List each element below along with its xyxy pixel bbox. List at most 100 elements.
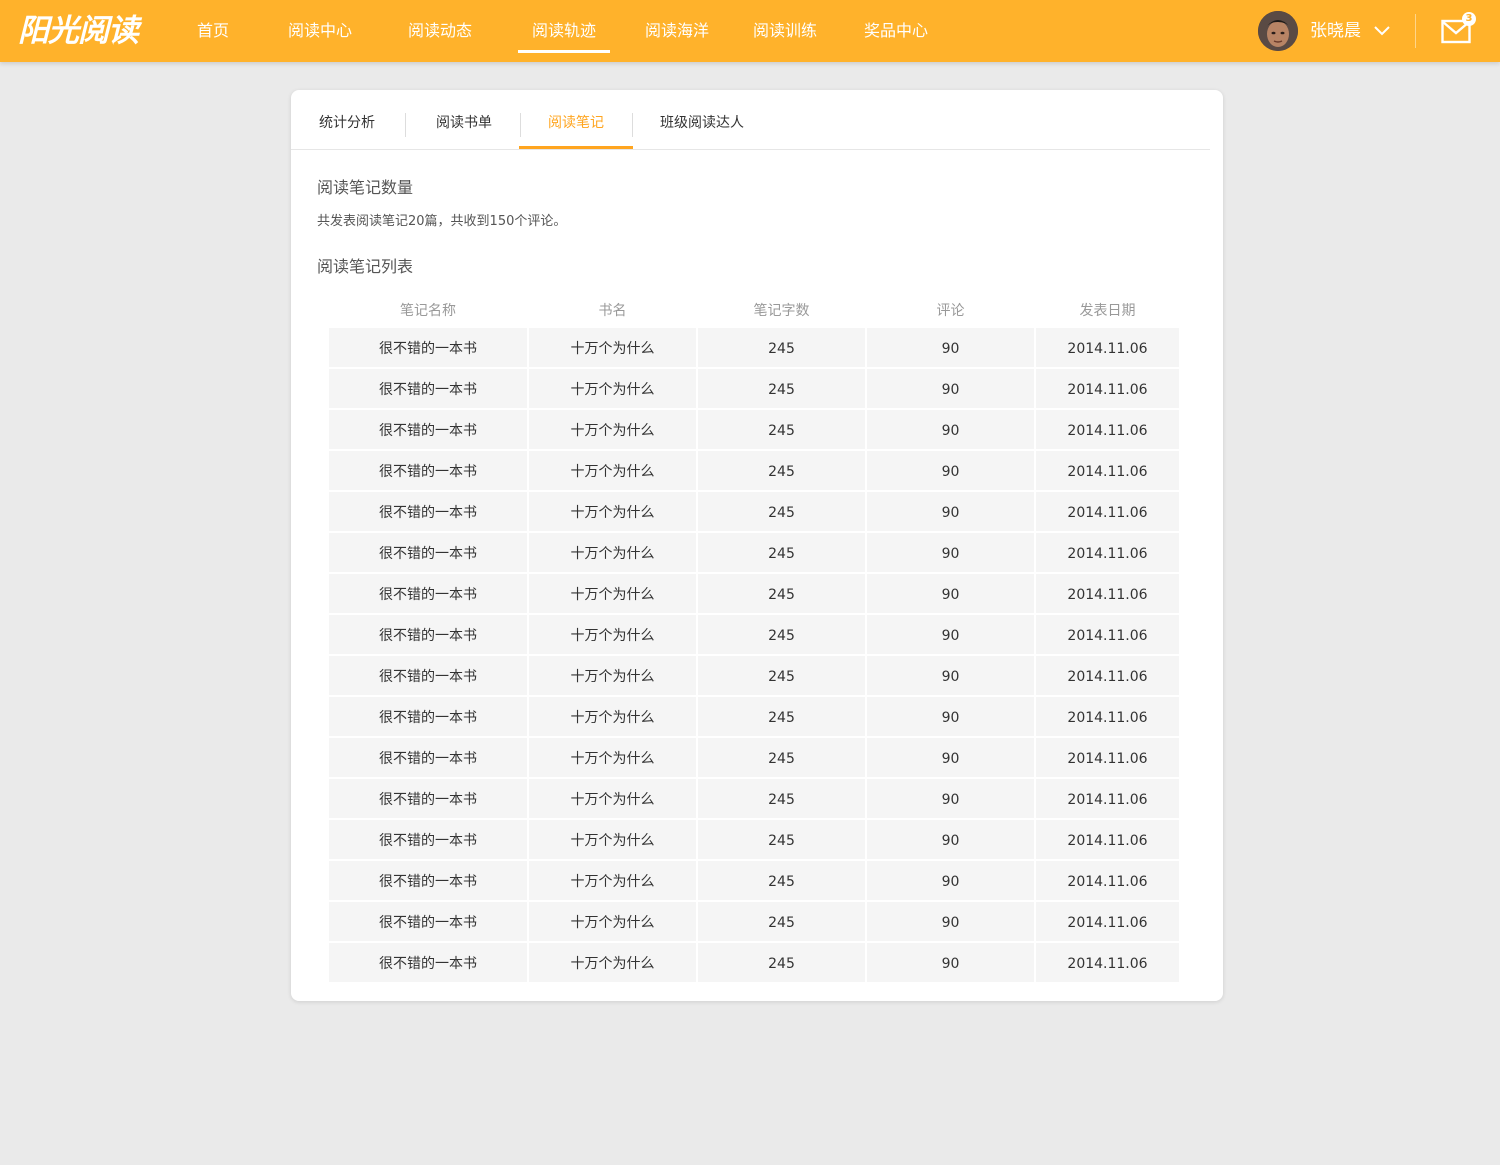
tab-divider <box>520 113 521 137</box>
table-row[interactable]: 很不错的一本书 十万个为什么 245 90 2014.11.06 <box>329 451 1179 490</box>
table-row[interactable]: 很不错的一本书 十万个为什么 245 90 2014.11.06 <box>329 574 1179 613</box>
word-count-cell: 245 <box>698 697 865 736</box>
comments-cell: 90 <box>867 861 1034 900</box>
word-count-cell: 245 <box>698 369 865 408</box>
nav-item-reading-track[interactable]: 阅读轨迹 <box>517 0 611 62</box>
table-row[interactable]: 很不错的一本书 十万个为什么 245 90 2014.11.06 <box>329 656 1179 695</box>
table-row[interactable]: 很不错的一本书 十万个为什么 245 90 2014.11.06 <box>329 533 1179 572</box>
book-name-cell: 十万个为什么 <box>529 451 696 490</box>
publish-date-cell: 2014.11.06 <box>1036 656 1179 695</box>
publish-date-cell: 2014.11.06 <box>1036 779 1179 818</box>
note-name-cell: 很不错的一本书 <box>329 533 527 572</box>
tab-class-readers[interactable]: 班级阅读达人 <box>660 90 744 150</box>
table-row[interactable]: 很不错的一本书 十万个为什么 245 90 2014.11.06 <box>329 820 1179 859</box>
publish-date-cell: 2014.11.06 <box>1036 820 1179 859</box>
table-row[interactable]: 很不错的一本书 十万个为什么 245 90 2014.11.06 <box>329 697 1179 736</box>
message-count-badge: 3 <box>1462 12 1476 26</box>
note-name-cell: 很不错的一本书 <box>329 328 527 367</box>
site-logo[interactable]: 阳光阅读 <box>18 12 139 50</box>
word-count-cell: 245 <box>698 902 865 941</box>
book-name-cell: 十万个为什么 <box>529 615 696 654</box>
table-row[interactable]: 很不错的一本书 十万个为什么 245 90 2014.11.06 <box>329 615 1179 654</box>
notes-list-title: 阅读笔记列表 <box>317 257 414 276</box>
avatar-image <box>1258 11 1298 51</box>
comments-cell: 90 <box>867 697 1034 736</box>
publish-date-cell: 2014.11.06 <box>1036 328 1179 367</box>
note-name-cell: 很不错的一本书 <box>329 656 527 695</box>
column-header-word-count: 笔记字数 <box>753 303 810 319</box>
book-name-cell: 十万个为什么 <box>529 820 696 859</box>
tab-reading-list[interactable]: 阅读书单 <box>436 90 492 150</box>
comments-cell: 90 <box>867 738 1034 777</box>
tab-statistics[interactable]: 统计分析 <box>319 90 375 150</box>
book-name-cell: 十万个为什么 <box>529 410 696 449</box>
publish-date-cell: 2014.11.06 <box>1036 533 1179 572</box>
avatar[interactable] <box>1258 11 1298 51</box>
tab-divider <box>405 113 406 137</box>
tab-divider <box>632 113 633 137</box>
table-row[interactable]: 很不错的一本书 十万个为什么 245 90 2014.11.06 <box>329 369 1179 408</box>
chevron-down-icon[interactable] <box>1374 25 1390 37</box>
publish-date-cell: 2014.11.06 <box>1036 574 1179 613</box>
book-name-cell: 十万个为什么 <box>529 697 696 736</box>
book-name-cell: 十万个为什么 <box>529 492 696 531</box>
table-row[interactable]: 很不错的一本书 十万个为什么 245 90 2014.11.06 <box>329 328 1179 367</box>
nav-item-reading-center[interactable]: 阅读中心 <box>288 0 352 62</box>
note-name-cell: 很不错的一本书 <box>329 369 527 408</box>
tab-reading-notes[interactable]: 阅读笔记 <box>548 90 604 150</box>
note-name-cell: 很不错的一本书 <box>329 410 527 449</box>
table-row[interactable]: 很不错的一本书 十万个为什么 245 90 2014.11.06 <box>329 943 1179 982</box>
word-count-cell: 245 <box>698 451 865 490</box>
nav-item-reading-feed[interactable]: 阅读动态 <box>408 0 472 62</box>
column-header-note-name: 笔记名称 <box>400 303 456 319</box>
word-count-cell: 245 <box>698 574 865 613</box>
note-name-cell: 很不错的一本书 <box>329 820 527 859</box>
publish-date-cell: 2014.11.06 <box>1036 738 1179 777</box>
note-name-cell: 很不错的一本书 <box>329 943 527 982</box>
word-count-cell: 245 <box>698 492 865 531</box>
word-count-cell: 245 <box>698 656 865 695</box>
note-name-cell: 很不错的一本书 <box>329 738 527 777</box>
word-count-cell: 245 <box>698 738 865 777</box>
comments-cell: 90 <box>867 656 1034 695</box>
publish-date-cell: 2014.11.06 <box>1036 369 1179 408</box>
book-name-cell: 十万个为什么 <box>529 328 696 367</box>
table-row[interactable]: 很不错的一本书 十万个为什么 245 90 2014.11.06 <box>329 410 1179 449</box>
header-divider <box>1415 14 1416 48</box>
note-name-cell: 很不错的一本书 <box>329 779 527 818</box>
word-count-cell: 245 <box>698 328 865 367</box>
table-row[interactable]: 很不错的一本书 十万个为什么 245 90 2014.11.06 <box>329 492 1179 531</box>
comments-cell: 90 <box>867 820 1034 859</box>
word-count-cell: 245 <box>698 943 865 982</box>
user-name[interactable]: 张晓晨 <box>1310 11 1361 51</box>
word-count-cell: 245 <box>698 779 865 818</box>
nav-item-reading-ocean[interactable]: 阅读海洋 <box>645 0 709 62</box>
column-header-book-name: 书名 <box>598 303 627 319</box>
table-row[interactable]: 很不错的一本书 十万个为什么 245 90 2014.11.06 <box>329 779 1179 818</box>
note-name-cell: 很不错的一本书 <box>329 492 527 531</box>
nav-item-reading-training[interactable]: 阅读训练 <box>753 0 817 62</box>
comments-cell: 90 <box>867 451 1034 490</box>
notes-summary: 共发表阅读笔记20篇，共收到150个评论。 <box>317 214 567 229</box>
book-name-cell: 十万个为什么 <box>529 738 696 777</box>
notes-table-header: 笔记名称 书名 笔记字数 评论 发表日期 <box>329 296 1179 326</box>
comments-cell: 90 <box>867 574 1034 613</box>
publish-date-cell: 2014.11.06 <box>1036 492 1179 531</box>
table-row[interactable]: 很不错的一本书 十万个为什么 245 90 2014.11.06 <box>329 738 1179 777</box>
table-row[interactable]: 很不错的一本书 十万个为什么 245 90 2014.11.06 <box>329 902 1179 941</box>
word-count-cell: 245 <box>698 615 865 654</box>
nav-active-underline <box>517 50 611 53</box>
table-row[interactable]: 很不错的一本书 十万个为什么 245 90 2014.11.06 <box>329 861 1179 900</box>
book-name-cell: 十万个为什么 <box>529 533 696 572</box>
publish-date-cell: 2014.11.06 <box>1036 410 1179 449</box>
comments-cell: 90 <box>867 779 1034 818</box>
nav-item-prize-center[interactable]: 奖品中心 <box>864 0 928 62</box>
book-name-cell: 十万个为什么 <box>529 656 696 695</box>
comments-cell: 90 <box>867 410 1034 449</box>
publish-date-cell: 2014.11.06 <box>1036 615 1179 654</box>
note-name-cell: 很不错的一本书 <box>329 615 527 654</box>
note-name-cell: 很不错的一本书 <box>329 861 527 900</box>
book-name-cell: 十万个为什么 <box>529 574 696 613</box>
nav-item-home[interactable]: 首页 <box>197 0 229 62</box>
book-name-cell: 十万个为什么 <box>529 861 696 900</box>
